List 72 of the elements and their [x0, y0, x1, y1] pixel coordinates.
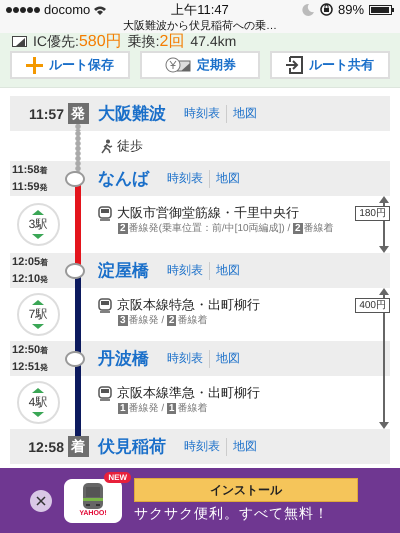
- up-arrow-icon: [32, 300, 44, 305]
- station-name[interactable]: 伏見稲荷: [98, 435, 166, 458]
- walking-icon: [100, 138, 113, 154]
- arrival-time: 12:50着: [12, 342, 48, 358]
- new-badge: NEW: [104, 472, 131, 482]
- close-icon: [36, 496, 46, 506]
- station-link[interactable]: 時刻表: [184, 105, 220, 122]
- station-link[interactable]: 時刻表: [167, 262, 203, 279]
- train-icon: [81, 482, 105, 508]
- line-name: 京阪本線準急・出町柳行: [98, 384, 260, 402]
- page-title: 大阪難波から伏見稲荷への乗…: [122, 19, 278, 33]
- station-link[interactable]: 地図: [216, 170, 240, 187]
- departure-time: 12:10発: [12, 272, 48, 286]
- stop-count[interactable]: 7駅: [16, 293, 60, 336]
- ad-tagline: サクサク便利。すべて無料！: [134, 505, 330, 523]
- wifi-icon: [93, 4, 108, 14]
- carrier-name: docomo: [44, 2, 90, 17]
- train-icon: [98, 298, 112, 312]
- station-badge: 着: [68, 436, 88, 457]
- install-button[interactable]: インストール: [134, 478, 358, 502]
- action-button[interactable]: ルート共有: [270, 51, 390, 79]
- clock-time: 上午11:47: [171, 0, 229, 18]
- up-arrow-icon: [32, 388, 44, 393]
- ic-fare: IC優先:580円: [33, 33, 122, 49]
- station-link[interactable]: 地図: [233, 438, 257, 455]
- pass-icon: [164, 56, 191, 74]
- moon-icon: [302, 3, 315, 16]
- station-link[interactable]: 地図: [233, 105, 257, 122]
- line-name: 大阪市営御堂筋線・千里中央行: [98, 204, 299, 222]
- stop-count[interactable]: 3駅: [16, 203, 60, 246]
- station-name[interactable]: 淀屋橋: [98, 259, 149, 282]
- card-icon: [12, 36, 27, 46]
- station-link[interactable]: 地図: [216, 262, 240, 279]
- station-link[interactable]: 時刻表: [167, 170, 203, 187]
- platform-info: 3 番線発 / 2 番線着: [117, 314, 208, 328]
- train-icon: [98, 386, 112, 400]
- battery-percent: 89%: [338, 2, 364, 17]
- departure-time: 12:51発: [12, 360, 48, 374]
- signal-icon: [6, 6, 41, 14]
- down-arrow-icon: [32, 412, 44, 417]
- station-badge: 発: [68, 103, 88, 124]
- fare-amount: 400円: [355, 298, 390, 313]
- plus-icon: [26, 56, 43, 74]
- fare-amount: 180円: [355, 206, 390, 221]
- stop-count[interactable]: 4駅: [16, 381, 60, 424]
- station-name[interactable]: なんば: [98, 167, 149, 190]
- train-icon: [98, 206, 112, 220]
- station-name[interactable]: 大阪難波: [98, 102, 166, 125]
- transfer-count: 乗換:2回: [128, 33, 184, 49]
- station-time: 12:58: [27, 438, 65, 456]
- share-icon: [286, 56, 303, 74]
- station-link[interactable]: 地図: [216, 350, 240, 367]
- walk-label: 徒歩: [117, 137, 143, 155]
- action-button[interactable]: 定期券: [140, 51, 260, 79]
- line-name: 京阪本線特急・出町柳行: [98, 296, 260, 314]
- rotation-lock-icon: [320, 3, 333, 16]
- platform-info: 2 番線発(乗車位置：前/中[10両編成]) / 2 番線着: [117, 222, 334, 236]
- battery-icon: [369, 4, 394, 14]
- down-arrow-icon: [32, 234, 44, 239]
- arrival-time: 12:05着: [12, 254, 48, 270]
- platform-info: 1 番線発 / 1 番線着: [117, 402, 208, 416]
- up-arrow-icon: [32, 210, 44, 215]
- departure-time: 11:59発: [12, 180, 48, 194]
- action-button[interactable]: ルート保存: [10, 51, 130, 79]
- station-name[interactable]: 丹波橋: [98, 347, 149, 370]
- station-link[interactable]: 時刻表: [184, 438, 220, 455]
- distance: 47.4km: [190, 33, 236, 49]
- station-time: 11:57: [28, 104, 65, 124]
- down-arrow-icon: [32, 324, 44, 329]
- close-button[interactable]: [30, 490, 52, 512]
- station-link[interactable]: 時刻表: [167, 350, 203, 367]
- arrival-time: 11:58着: [12, 162, 48, 178]
